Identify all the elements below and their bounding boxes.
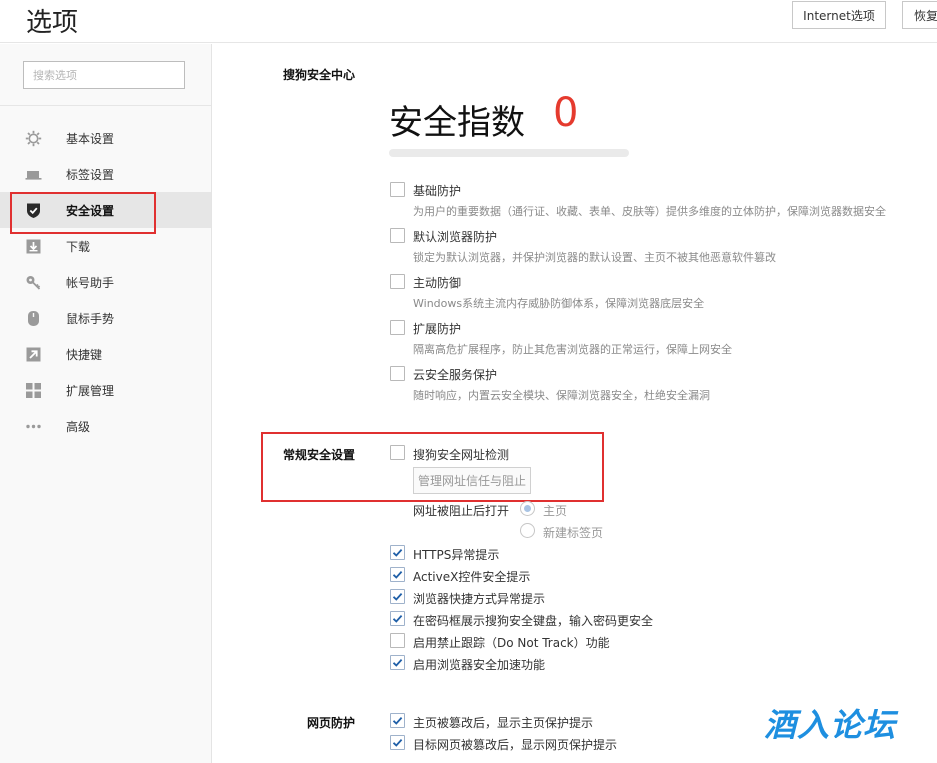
sidebar-item-label: 安全设置 <box>66 203 115 218</box>
check-icon <box>392 738 403 747</box>
search-input[interactable] <box>23 61 185 89</box>
checkbox-extension-protection[interactable] <box>390 320 405 335</box>
manage-url-trust-button[interactable]: 管理网址信任与阻止 <box>413 467 531 494</box>
option-title: 云安全服务保护 <box>413 368 498 382</box>
security-score: 0 <box>553 90 579 136</box>
download-icon <box>25 238 42 255</box>
check-icon <box>392 614 403 623</box>
check-icon <box>392 658 403 667</box>
option-label: ActiveX控件安全提示 <box>413 570 531 584</box>
sidebar-item-download[interactable]: 下载 <box>0 228 211 264</box>
sidebar-item-extensions[interactable]: 扩展管理 <box>0 372 211 408</box>
option-label: 启用禁止跟踪（Do Not Track）功能 <box>413 636 610 650</box>
shortcut-arrow-icon <box>25 346 42 363</box>
sidebar-item-shortcuts[interactable]: 快捷键 <box>0 336 211 372</box>
option-title: 默认浏览器防护 <box>413 230 498 244</box>
security-index-label: 安全指数 <box>389 103 525 143</box>
checkbox-url-safety-check[interactable] <box>390 445 405 460</box>
check-icon <box>392 570 403 579</box>
section-title-web-protection: 网页防护 <box>307 716 356 730</box>
option-description: 隔离高危扩展程序，防止其危害浏览器的正常运行，保障上网安全 <box>413 343 732 356</box>
shield-icon <box>25 202 42 219</box>
extension-grid-icon <box>25 382 42 399</box>
option-label: 在密码框展示搜狗安全键盘，输入密码更安全 <box>413 614 654 628</box>
sidebar-item-mouse-gesture[interactable]: 鼠标手势 <box>0 300 211 336</box>
check-icon <box>392 548 403 557</box>
option-label: 主页被篡改后，显示主页保护提示 <box>413 716 594 730</box>
option-label: HTTPS异常提示 <box>413 548 500 562</box>
security-score-progress <box>389 149 629 157</box>
sidebar-item-label: 快捷键 <box>66 347 103 362</box>
key-icon <box>25 274 42 291</box>
checkbox-cloud-security[interactable] <box>390 366 405 381</box>
tab-icon <box>25 166 42 183</box>
internet-options-button[interactable]: Internet选项 <box>792 1 886 29</box>
option-label: 目标网页被篡改后，显示网页保护提示 <box>413 738 618 752</box>
checkbox-default-browser-protection[interactable] <box>390 228 405 243</box>
sidebar-item-tab-settings[interactable]: 标签设置 <box>0 156 211 192</box>
section-title-security-center: 搜狗安全中心 <box>283 68 356 82</box>
url-check-label: 搜狗安全网址检测 <box>413 448 510 462</box>
option-title: 主动防御 <box>413 276 462 290</box>
option-label: 启用浏览器安全加速功能 <box>413 658 546 672</box>
radio-new-tab[interactable] <box>520 523 535 538</box>
checkbox-homepage-tamper-alert[interactable] <box>390 713 405 728</box>
check-icon <box>392 592 403 601</box>
option-title: 基础防护 <box>413 184 462 198</box>
radio-homepage[interactable] <box>520 501 535 516</box>
check-icon <box>392 716 403 725</box>
checkbox-https-warning[interactable] <box>390 545 405 560</box>
section-title-general-security: 常规安全设置 <box>283 448 356 462</box>
checkbox-activex-warning[interactable] <box>390 567 405 582</box>
sidebar-item-label: 基本设置 <box>66 131 115 146</box>
sidebar: 基本设置 标签设置 安全设置 下载 帐号助手 鼠标手势 快捷键 <box>0 44 212 763</box>
checkbox-basic-protection[interactable] <box>390 182 405 197</box>
checkbox-secure-keyboard[interactable] <box>390 611 405 626</box>
more-dots-icon <box>25 418 42 435</box>
option-description: 随时响应，内置云安全模块、保障浏览器安全，杜绝安全漏洞 <box>413 389 710 402</box>
blocked-open-label: 网址被阻止后打开 <box>413 504 510 518</box>
sidebar-item-label: 鼠标手势 <box>66 311 115 326</box>
header-bar: 选项 Internet选项 恢复 <box>0 0 937 43</box>
sidebar-item-advanced[interactable]: 高级 <box>0 408 211 444</box>
option-label: 浏览器快捷方式异常提示 <box>413 592 546 606</box>
checkbox-webpage-tamper-alert[interactable] <box>390 735 405 750</box>
gear-icon <box>25 130 42 147</box>
sidebar-item-label: 高级 <box>66 419 91 434</box>
sidebar-item-account[interactable]: 帐号助手 <box>0 264 211 300</box>
sidebar-item-security[interactable]: 安全设置 <box>0 192 211 228</box>
watermark-logo: 酒入论坛 <box>764 706 897 744</box>
checkbox-do-not-track[interactable] <box>390 633 405 648</box>
sidebar-item-label: 下载 <box>66 239 91 254</box>
option-description: 为用户的重要数据（通行证、收藏、表单、皮肤等）提供多维度的立体防护，保障浏览器数… <box>413 205 886 218</box>
option-description: 锁定为默认浏览器，并保护浏览器的默认设置、主页不被其他恶意软件篡改 <box>413 251 776 264</box>
restore-defaults-button[interactable]: 恢复 <box>902 1 937 29</box>
sidebar-item-label: 扩展管理 <box>66 383 115 398</box>
sidebar-item-label: 帐号助手 <box>66 275 115 290</box>
radio-dot <box>524 505 531 512</box>
sidebar-item-basic-settings[interactable]: 基本设置 <box>0 120 211 156</box>
option-title: 扩展防护 <box>413 322 462 336</box>
checkbox-shortcut-warning[interactable] <box>390 589 405 604</box>
radio-label: 主页 <box>543 504 568 518</box>
checkbox-security-acceleration[interactable] <box>390 655 405 670</box>
sidebar-divider <box>0 105 211 106</box>
option-description: Windows系统主流内存威胁防御体系，保障浏览器底层安全 <box>413 297 705 310</box>
radio-label: 新建标签页 <box>543 526 604 540</box>
sidebar-item-label: 标签设置 <box>66 167 115 182</box>
checkbox-active-defense[interactable] <box>390 274 405 289</box>
mouse-icon <box>25 310 42 327</box>
page-title: 选项 <box>26 8 79 38</box>
